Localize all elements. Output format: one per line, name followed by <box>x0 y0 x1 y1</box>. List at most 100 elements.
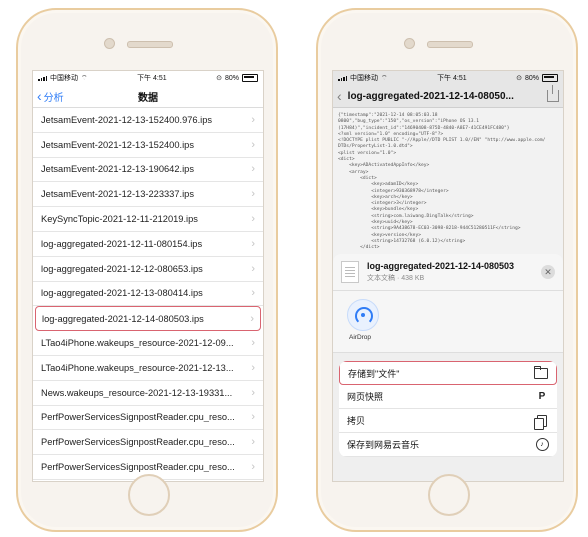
chevron-right-icon: › <box>251 262 255 275</box>
chevron-right-icon: › <box>251 138 255 151</box>
file-list: JetsamEvent-2021-12-13-152400.976.ips › Je… <box>33 108 263 480</box>
file-name: JetsamEvent-2021-12-13-190642.ips <box>41 164 194 175</box>
airdrop-icon[interactable] <box>347 299 379 331</box>
file-name: PerfPowerServicesSignpostReader.cpu_reso… <box>41 437 235 448</box>
left-screen: 中国移动 ⌔ 下午 4:51 ⊙ 80% ‹ 分析 数据 JetsamEvent… <box>32 70 264 482</box>
left-phone: 中国移动 ⌔ 下午 4:51 ⊙ 80% ‹ 分析 数据 JetsamEvent… <box>16 8 278 532</box>
right-screen: 中国移动 ⌔ 下午 4:51 ⊙ 80% ‹ log-aggregated-20… <box>332 70 564 482</box>
back-button[interactable]: ‹ 分析 <box>33 89 64 104</box>
carrier-label: 中国移动 <box>50 75 78 82</box>
share-icon[interactable] <box>547 85 559 102</box>
camera <box>104 38 115 49</box>
airdrop-label: AirDrop <box>349 334 372 341</box>
status-bar: 中国移动 ⌔ 下午 4:51 ⊙ 80% <box>333 71 563 85</box>
camera <box>404 38 415 49</box>
file-list-item[interactable]: LTao4iPhone.wakeups_resource-2021-12-09.… <box>33 331 263 356</box>
speaker <box>127 41 173 48</box>
chevron-right-icon: › <box>250 312 254 325</box>
file-name: log-aggregated-2021-12-13-080414.ips <box>41 288 203 299</box>
carrier-label: 中国移动 <box>350 75 378 82</box>
file-list-item[interactable]: log-aggregated-2021-12-14-080503.ips › <box>35 306 261 332</box>
speaker <box>427 41 473 48</box>
file-name: PerfPowerServicesSignpostReader.cpu_reso… <box>41 462 235 473</box>
chevron-right-icon: › <box>251 461 255 474</box>
chevron-right-icon: › <box>251 411 255 424</box>
file-name: KeySyncTopic-2021-12-11-212019.ips <box>41 214 198 225</box>
document-icon <box>341 261 359 283</box>
file-name: log-aggregated-2021-12-12-080653.ips <box>41 263 203 274</box>
wifi-icon: ⌔ <box>81 74 88 82</box>
chevron-right-icon: › <box>251 287 255 300</box>
file-name: JetsamEvent-2021-12-13-152400.976.ips <box>41 114 213 125</box>
share-file-name: log-aggregated-2021-12-14-080503 <box>367 261 515 271</box>
action-label: 存储到"文件" <box>348 368 400 379</box>
time-label: 下午 4:51 <box>437 75 467 82</box>
airdrop-row: AirDrop <box>333 291 563 353</box>
p-icon: P <box>538 391 546 402</box>
page-title: 数据 <box>138 92 158 104</box>
file-list-item[interactable]: KeySyncTopic-2021-12-11-212019.ips › <box>33 207 263 232</box>
file-name: log-aggregated-2021-12-14-080503.ips <box>42 313 204 324</box>
file-name: News.wakeups_resource-2021-12-13-19331..… <box>41 387 233 398</box>
web-snapshot-action[interactable]: 网页快照 P <box>339 385 557 409</box>
wifi-icon: ⌔ <box>381 74 388 82</box>
battery-label: 80% <box>524 74 539 82</box>
file-list-item[interactable]: JetsamEvent-2021-12-13-152400.976.ips › <box>33 108 263 133</box>
file-list-item[interactable]: log-aggregated-2021-12-11-080154.ips › <box>33 232 263 257</box>
chevron-right-icon: › <box>251 237 255 250</box>
file-content: {"timestamp":"2021-12-14 08:05:03.18 0800… <box>333 108 563 264</box>
orientation-lock-icon: ⊙ <box>516 75 522 82</box>
action-label: 网页快照 <box>347 392 384 402</box>
chevron-right-icon: › <box>251 386 255 399</box>
file-list-item[interactable]: LTao4iPhone.wakeups_resource-2021-12-13.… <box>33 356 263 381</box>
battery-label: 80% <box>224 74 239 82</box>
file-list-item[interactable]: JetsamEvent-2021-12-13-152400.ips › <box>33 133 263 158</box>
share-sheet: log-aggregated-2021-12-14-080503 文本文稿 · … <box>333 254 563 481</box>
file-list-item[interactable]: JetsamEvent-2021-12-13-190642.ips › <box>33 158 263 183</box>
chevron-left-icon: ‹ <box>37 88 42 104</box>
right-phone: 中国移动 ⌔ 下午 4:51 ⊙ 80% ‹ log-aggregated-20… <box>316 8 578 532</box>
close-icon: ✕ <box>544 266 552 277</box>
save-to-files-action[interactable]: 存储到"文件" <box>339 361 557 385</box>
share-file-meta: 文本文稿 · 438 KB <box>367 275 425 282</box>
file-name: JetsamEvent-2021-12-13-152400.ips <box>41 139 194 150</box>
battery-icon <box>242 74 258 82</box>
chevron-right-icon: › <box>251 337 255 350</box>
file-list-item[interactable]: PerfPowerServicesSignpostReader.cpu_reso… <box>33 406 263 431</box>
orientation-lock-icon: ⊙ <box>216 75 222 82</box>
file-title: log-aggregated-2021-12-14-08050... <box>347 90 514 102</box>
file-name: log-aggregated-2021-12-11-080154.ips <box>41 238 203 249</box>
folder-icon <box>534 365 548 379</box>
time-label: 下午 4:51 <box>137 75 167 82</box>
action-label: 保存到网易云音乐 <box>347 440 420 450</box>
chevron-right-icon: › <box>251 213 255 226</box>
nav-bar: ‹ 分析 数据 <box>33 85 263 108</box>
back-button[interactable]: ‹ <box>337 88 342 104</box>
chevron-right-icon: › <box>251 436 255 449</box>
file-list-item[interactable]: log-aggregated-2021-12-13-080414.ips › <box>33 282 263 307</box>
file-list-item[interactable]: News.wakeups_resource-2021-12-13-19331..… <box>33 381 263 406</box>
nav-bar: ‹ log-aggregated-2021-12-14-08050... <box>333 85 563 108</box>
home-button[interactable] <box>428 474 470 516</box>
music-icon: ♪ <box>535 438 549 451</box>
file-list-item[interactable]: PerfPowerServicesSignpostReader.cpu_reso… <box>33 430 263 456</box>
chevron-right-icon: › <box>251 163 255 176</box>
share-actions: 存储到"文件" 网页快照 P 拷贝 保存到网易云音乐 ♪ <box>339 361 557 457</box>
copy-action[interactable]: 拷贝 <box>339 409 557 433</box>
status-bar: 中国移动 ⌔ 下午 4:51 ⊙ 80% <box>33 71 263 85</box>
back-label: 分析 <box>43 92 64 104</box>
action-label: 拷贝 <box>347 416 366 426</box>
close-button[interactable]: ✕ <box>541 265 555 279</box>
signal-icon <box>338 75 347 81</box>
home-button[interactable] <box>128 474 170 516</box>
file-list-item[interactable]: log-aggregated-2021-12-12-080653.ips › <box>33 257 263 282</box>
share-file-info: log-aggregated-2021-12-14-080503 文本文稿 · … <box>333 254 563 291</box>
battery-icon <box>542 74 558 82</box>
save-to-netease-music-action[interactable]: 保存到网易云音乐 ♪ <box>339 433 557 457</box>
chevron-right-icon: › <box>251 113 255 126</box>
file-list-item[interactable]: JetsamEvent-2021-12-13-223337.ips › <box>33 182 263 208</box>
file-name: PerfPowerServicesSignpostReader.cpu_reso… <box>41 412 235 423</box>
code-line: </dict> <box>338 245 380 251</box>
signal-icon <box>38 75 47 81</box>
chevron-right-icon: › <box>251 188 255 201</box>
